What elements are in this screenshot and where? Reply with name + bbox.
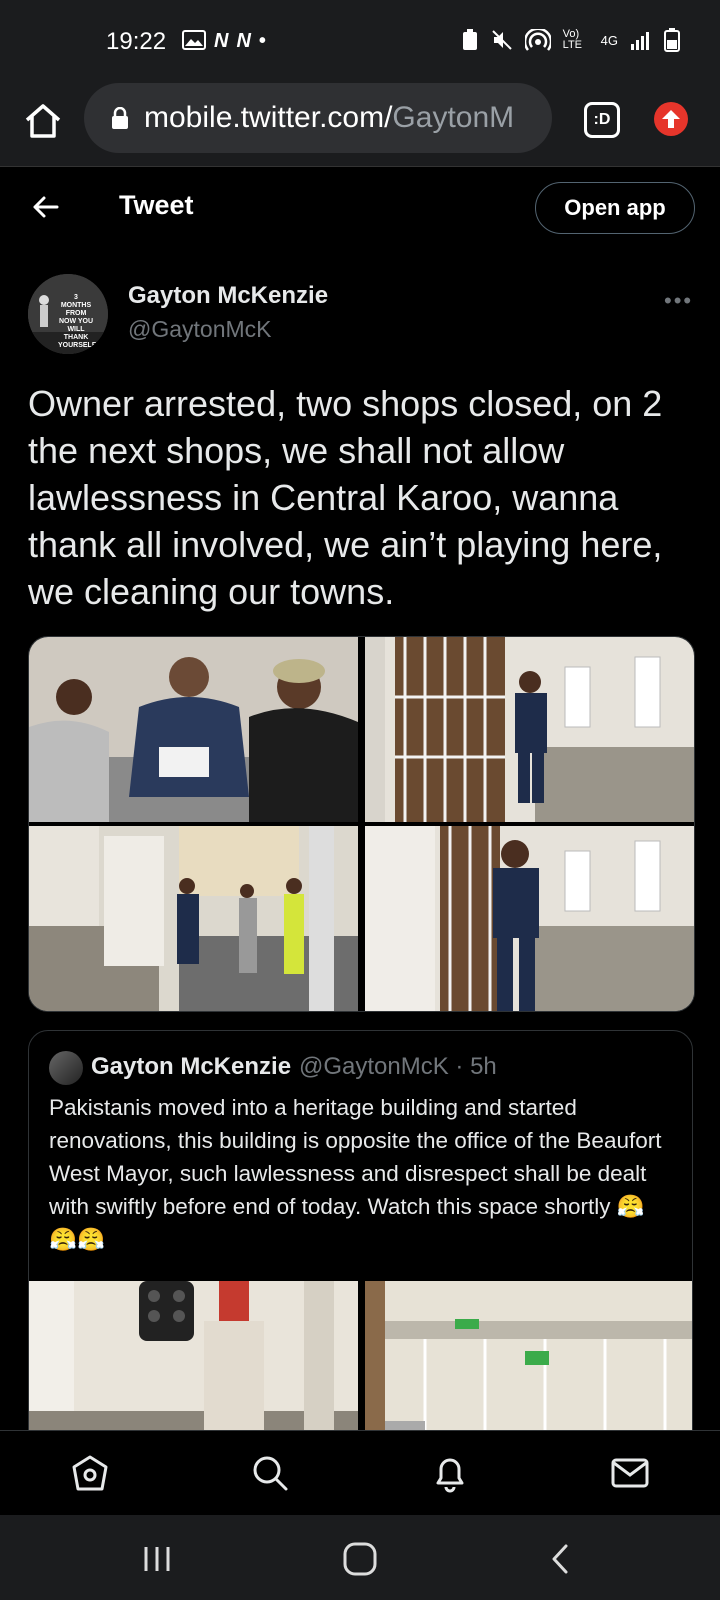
tab-switcher-button[interactable]: :D — [584, 102, 620, 138]
gate-photo-2 — [365, 826, 694, 1011]
quoted-tweet[interactable]: Gayton McKenzie @GaytonMcK · 5h Pakistan… — [28, 1030, 693, 1450]
lock-icon — [112, 107, 128, 129]
street-photo — [29, 826, 358, 1011]
mail-icon[interactable] — [610, 1453, 650, 1493]
hotspot-icon — [524, 29, 551, 51]
system-navigation — [0, 1515, 720, 1600]
dot-icon: • — [258, 30, 266, 52]
url-host: mobile.twitter.com/ — [144, 101, 393, 134]
image-icon — [182, 30, 206, 50]
tweet-photo-3[interactable] — [29, 826, 358, 1011]
status-bar: 19:22 N N • Vo) LTE 4G — [0, 0, 720, 80]
home-button-icon[interactable] — [342, 1541, 378, 1577]
author-name[interactable]: Gayton McKenzie — [128, 282, 328, 310]
gate-photo — [365, 637, 694, 822]
avatar[interactable]: 3 MONTHS FROM NOW YOU WILL THANK YOURSEL… — [28, 274, 108, 354]
n-app-icon-2: N — [236, 30, 251, 52]
quoted-tweet-text: Pakistanis moved into a heritage buildin… — [49, 1095, 662, 1252]
update-button[interactable] — [654, 102, 688, 136]
signal-icon — [631, 32, 649, 50]
battery-saver-icon — [462, 29, 477, 50]
quoted-avatar — [49, 1051, 83, 1085]
bell-icon[interactable] — [430, 1453, 470, 1493]
tweet-media-grid — [28, 636, 695, 1012]
status-time: 19:22 — [106, 28, 167, 55]
notification-icons: N N • — [182, 30, 266, 53]
bottom-navigation — [0, 1430, 720, 1515]
author-handle[interactable]: @GaytonMcK — [128, 316, 272, 343]
home-icon[interactable] — [70, 1453, 110, 1493]
network-label: 4G — [600, 32, 618, 48]
building-photo-1 — [29, 1281, 358, 1449]
back-icon[interactable] — [544, 1541, 580, 1577]
open-app-button[interactable]: Open app — [535, 182, 695, 234]
page-title: Tweet — [119, 190, 194, 220]
tweet-photo-4[interactable] — [365, 826, 694, 1011]
avatar-caption: 3 MONTHS FROM NOW YOU WILL THANK YOURSEL… — [58, 294, 97, 349]
tweet-photo-2[interactable] — [365, 637, 694, 822]
quoted-media[interactable] — [29, 1281, 692, 1449]
search-icon[interactable] — [250, 1453, 290, 1493]
quoted-author-name: Gayton McKenzie — [91, 1053, 292, 1080]
url-path: GaytonM — [392, 101, 515, 134]
tweet-header: Tweet Open app — [0, 168, 720, 248]
tweet-text: Owner arrested, two shops closed, on 2 t… — [28, 383, 663, 612]
home-icon[interactable] — [22, 100, 64, 142]
browser-toolbar: mobile.twitter.com/GaytonM :D — [0, 80, 720, 167]
address-bar[interactable]: mobile.twitter.com/GaytonM — [84, 83, 552, 153]
mute-icon — [491, 30, 512, 50]
system-status-icons: Vo) LTE 4G — [461, 28, 680, 52]
meeting-photo — [29, 637, 358, 822]
tweet-photo-1[interactable] — [29, 637, 358, 822]
quoted-handle-time: @GaytonMcK · 5h — [299, 1053, 497, 1080]
volte-label: Vo) LTE — [562, 28, 583, 51]
back-arrow-icon[interactable] — [30, 192, 60, 222]
battery-icon — [664, 28, 680, 52]
building-photo-2 — [365, 1281, 692, 1449]
url-text: mobile.twitter.com/GaytonM — [144, 101, 514, 135]
recent-apps-icon[interactable] — [140, 1541, 176, 1577]
more-options-icon[interactable]: ••• — [664, 288, 693, 314]
n-app-icon: N — [214, 30, 229, 52]
arrow-up-icon — [662, 110, 680, 128]
